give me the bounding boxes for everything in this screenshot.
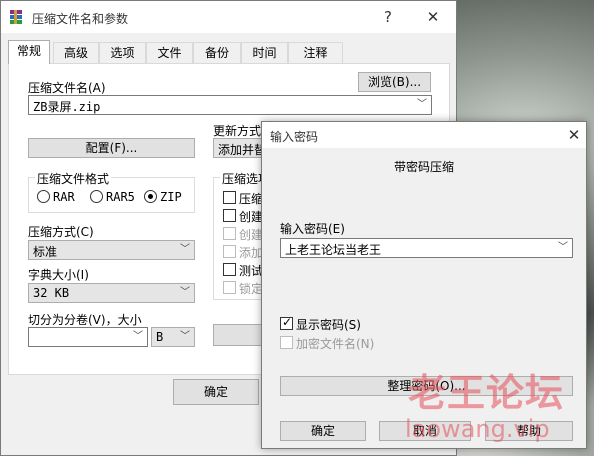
window-title: 压缩文件名和参数 [32,12,129,26]
split-volumes-label: 切分为分卷(V)，大小 [28,313,142,327]
format-rar5-label: RAR5 [106,190,135,204]
show-password-label: 显示密码(S) [296,318,361,332]
show-password-checkbox[interactable] [280,315,293,330]
browse-button[interactable]: 浏览(B)... [358,72,431,92]
option-label-3: 创建 [239,228,264,242]
split-size-input[interactable]: ﹀ [28,327,148,347]
chevron-down-icon[interactable]: ﹀ [557,240,569,256]
tab-general[interactable]: 常规 [8,40,50,64]
tab-advanced[interactable]: 高级 [53,42,99,63]
split-unit-select[interactable]: B ﹀ [151,327,195,347]
format-rar-radio[interactable] [37,190,50,203]
close-button[interactable]: ✕ [418,5,448,29]
tab-files[interactable]: 文件 [146,42,193,63]
option-checkbox-1[interactable] [223,191,236,204]
format-rar-label: RAR [53,190,75,204]
archive-name-label: 压缩文件名(A) [28,81,106,95]
close-button[interactable]: ✕ [559,123,589,147]
compression-method-value: 标准 [33,245,58,259]
chevron-down-icon[interactable]: ﹀ [179,285,191,301]
option-label-1: 压缩 [239,192,264,206]
option-label-4: 添加 [239,246,264,260]
format-rar5-radio[interactable] [90,190,103,203]
chevron-down-icon[interactable]: ﹀ [132,329,144,345]
option-label-5: 测试 [239,264,264,278]
dictionary-size-value: 32 KB [33,286,70,300]
password-dialog-title: 输入密码 [270,130,319,144]
format-zip-radio[interactable] [144,190,157,203]
password-label: 输入密码(E) [280,222,345,236]
option-checkbox-2[interactable] [223,209,236,222]
chevron-down-icon[interactable]: ﹀ [179,242,191,258]
compression-method-label: 压缩方式(C) [28,225,94,239]
split-unit-value: B [156,330,164,344]
password-value: 上老王论坛当老王 [285,243,382,257]
archive-name-value: ZB录屏.zip [33,100,101,114]
option-checkbox-6 [223,281,236,294]
tab-backup[interactable]: 备份 [193,42,241,63]
update-mode-value: 添加并替 [218,143,267,157]
option-checkbox-4 [223,245,236,258]
password-title-bar: 输入密码 ✕ [262,122,586,148]
title-bar: 压缩文件名和参数 ? ✕ [1,1,456,33]
chevron-down-icon[interactable]: ﹀ [416,97,428,113]
format-zip-label: ZIP [160,190,182,204]
password-ok-button[interactable]: 确定 [280,421,366,441]
tab-options[interactable]: 选项 [99,42,146,63]
help-button[interactable]: ? [373,5,403,29]
encrypt-filenames-checkbox [280,336,293,349]
update-mode-label: 更新方式 [213,124,262,138]
option-checkbox-5[interactable] [223,263,236,276]
profiles-button[interactable]: 配置(F)... [28,138,195,158]
ok-button[interactable]: 确定 [173,379,259,405]
tab-time[interactable]: 时间 [241,42,288,63]
compression-method-select[interactable]: 标准 ﹀ [28,240,195,260]
password-dialog-header: 带密码压缩 [393,160,454,174]
winrar-icon [10,10,22,24]
watermark-logo-text: 老王论坛 [408,371,565,415]
encrypt-filenames-label: 加密文件名(N) [296,337,375,351]
dictionary-size-label: 字典大小(I) [28,268,89,282]
archive-name-input[interactable]: ZB录屏.zip ﹀ [28,95,432,115]
option-checkbox-3 [223,227,236,240]
dictionary-size-select[interactable]: 32 KB ﹀ [28,283,195,303]
password-input[interactable]: 上老王论坛当老王 ﹀ [280,238,573,258]
option-label-6: 锁定 [239,282,264,296]
chevron-down-icon[interactable]: ﹀ [179,329,191,345]
archive-format-label: 压缩文件格式 [35,170,112,187]
tab-comment[interactable]: 注释 [288,42,343,63]
option-label-2: 创建 [239,210,264,224]
watermark-url: laowang.vip [405,415,550,443]
